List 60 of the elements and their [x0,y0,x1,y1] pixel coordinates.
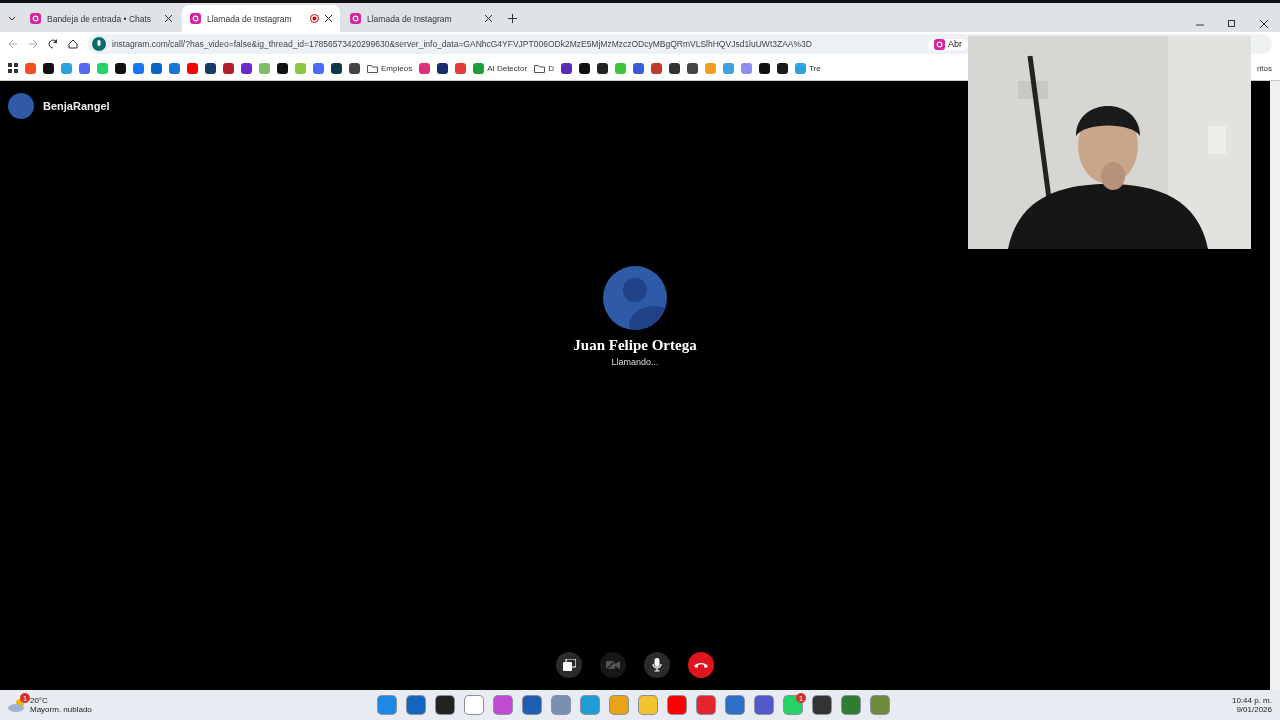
clock-time: 10:44 p. m. [1231,696,1272,705]
microphone-icon [92,37,106,51]
close-icon[interactable] [485,15,492,22]
mic-button[interactable] [644,652,670,678]
call-status: Llamando... [611,357,659,367]
user-avatar [8,93,34,119]
bookmark-icon[interactable] [223,62,234,74]
instagram-icon [30,13,41,24]
bookmarks-label[interactable]: ritos [1256,63,1272,73]
bookmark-link[interactable]: Tre [794,62,821,74]
hang-up-button[interactable] [688,652,714,678]
bookmark-icon[interactable] [349,62,360,74]
browser-tab[interactable]: Llamada de Instagram [342,5,500,32]
bookmark-icon[interactable] [277,62,288,74]
forward-icon[interactable] [28,39,38,49]
instagram-icon [190,13,201,24]
bookmark-icon[interactable] [43,62,54,74]
bookmark-icon[interactable] [115,62,126,74]
browser-tab[interactable]: Llamada de Instagram [182,5,340,32]
bookmark-icon[interactable] [560,62,572,74]
weather-icon [8,698,26,712]
back-icon[interactable] [8,39,18,49]
bookmark-folder[interactable]: D [534,63,554,73]
taskbar-app-icon[interactable] [813,696,831,714]
bookmark-link[interactable]: AI Detector [473,62,528,74]
bookmark-icon[interactable] [758,62,770,74]
bookmark-icon[interactable] [596,62,608,74]
clock-date: 9/01/2026 [1236,705,1272,714]
bookmark-icon[interactable] [205,62,216,74]
apps-icon[interactable] [8,63,18,73]
bookmark-icon[interactable] [686,62,698,74]
tab-chip[interactable]: Abr [928,38,968,50]
folder-icon [534,63,546,73]
temperature: 20°C [30,696,49,705]
bookmark-icon[interactable] [437,62,449,74]
bookmark-icon[interactable] [776,62,788,74]
instagram-icon [350,13,361,24]
hang-up-icon [694,662,708,668]
browser-tab[interactable]: Bandeja de entrada • Chats [22,5,180,32]
bookmark-icon[interactable] [578,62,590,74]
screen-share-icon [562,659,576,671]
share-button[interactable] [556,652,582,678]
close-icon[interactable] [165,15,172,22]
bookmark-icon[interactable] [331,62,342,74]
url-text: instagram.com/call/?has_video=false&ig_thread_id=17856573420299630&server_info_data=GANhcG4YFVJPT006ODk2MzE5MjMzMzczODcyMBgQRmVLSlhHQVJsd1luUWt3ZAA%3D [112,39,812,49]
close-icon[interactable] [325,15,332,22]
bookmark-folder[interactable]: Empleos [367,63,413,73]
weather-description: Mayorm. nublado [30,705,92,714]
home-icon[interactable] [68,39,78,49]
taskbar-app-icon[interactable] [436,696,454,714]
bookmark-icon[interactable] [241,62,252,74]
microphone-icon [652,658,662,672]
camera-off-icon [606,660,620,670]
reload-icon[interactable] [48,39,58,49]
caller-name: BenjaRangel [43,100,110,112]
scrollbar[interactable] [1270,81,1280,690]
instagram-icon [934,38,945,50]
bookmark-icon[interactable] [668,62,680,74]
contact-name: Juan Felipe Ortega [573,337,697,354]
folder-icon [367,63,378,73]
